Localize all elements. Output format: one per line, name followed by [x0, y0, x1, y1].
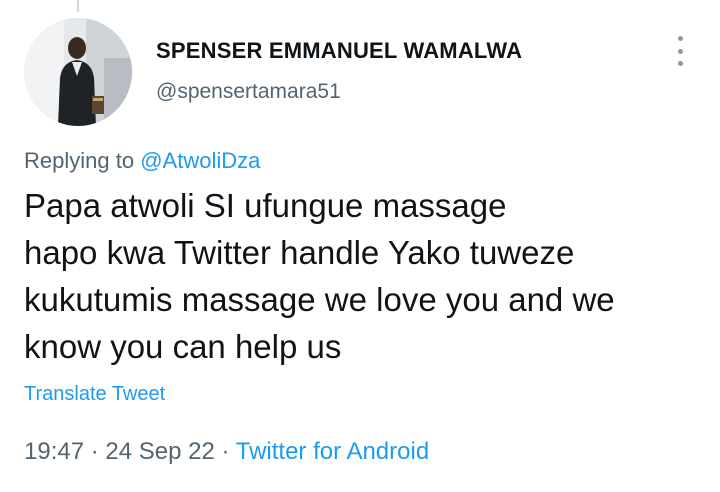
tweet-text-line: kukutumis massage we love you and we [24, 281, 615, 318]
avatar-photo [24, 18, 132, 126]
thread-connector-line [77, 0, 79, 12]
more-options-icon[interactable] [668, 36, 692, 66]
tweet-text: Papa atwoli SI ufungue massage hapo kwa … [24, 182, 694, 370]
more-dot [677, 61, 683, 66]
replying-to-line: Replying to @AtwoliDza [24, 148, 260, 174]
meta-separator: · [90, 438, 99, 465]
tweet-meta: 19:47 · 24 Sep 22 · Twitter for Android [24, 438, 429, 466]
replying-to-prefix: Replying to [24, 148, 135, 173]
replying-to-mention-link[interactable]: @AtwoliDza [140, 148, 260, 173]
avatar[interactable] [24, 18, 132, 126]
tweet-text-line: hapo kwa Twitter handle Yako tuweze [24, 234, 575, 271]
meta-separator: · [221, 438, 230, 465]
author-handle[interactable]: @spensertamara51 [156, 80, 341, 104]
tweet-date[interactable]: 24 Sep 22 [105, 438, 214, 465]
tweet-source-link[interactable]: Twitter for Android [236, 438, 429, 465]
tweet-time[interactable]: 19:47 [24, 438, 84, 465]
tweet-text-line: Papa atwoli SI ufungue massage [24, 187, 507, 224]
translate-tweet-link[interactable]: Translate Tweet [24, 383, 165, 406]
more-dot [677, 48, 683, 54]
more-dot [677, 36, 683, 41]
tweet-text-line: know you can help us [24, 328, 342, 365]
author-display-name[interactable]: SPENSER EMMANUEL WAMALWA [156, 38, 522, 64]
